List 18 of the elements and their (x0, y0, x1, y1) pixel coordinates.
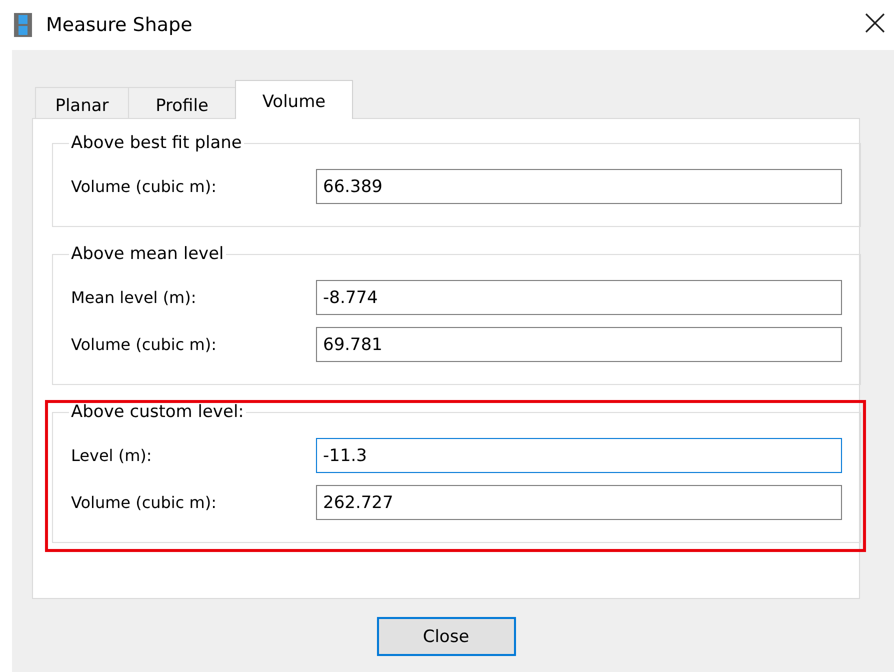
input-field[interactable]: 69.781 (316, 327, 842, 362)
field-label: Mean level (m): (71, 288, 198, 307)
input-field[interactable]: -8.774 (316, 280, 842, 315)
group-title: Above mean level (70, 244, 225, 264)
window-title: Measure Shape (46, 14, 192, 36)
input-field[interactable]: 66.389 (316, 169, 842, 204)
field-label: Volume (cubic m): (71, 493, 218, 512)
film-strip-icon (14, 13, 32, 37)
group-title: Above custom level: (70, 402, 245, 422)
field-label: Level (m): (71, 446, 153, 465)
input-field[interactable]: -11.3 (316, 438, 842, 473)
close-button[interactable]: Close (376, 617, 516, 656)
field-label: Volume (cubic m): (71, 177, 218, 196)
tab[interactable]: Planar (35, 87, 129, 118)
field-label: Volume (cubic m): (71, 335, 218, 354)
tab[interactable]: Volume (235, 80, 353, 119)
group-title: Above best fit plane (70, 133, 243, 153)
input-field[interactable]: 262.727 (316, 485, 842, 520)
